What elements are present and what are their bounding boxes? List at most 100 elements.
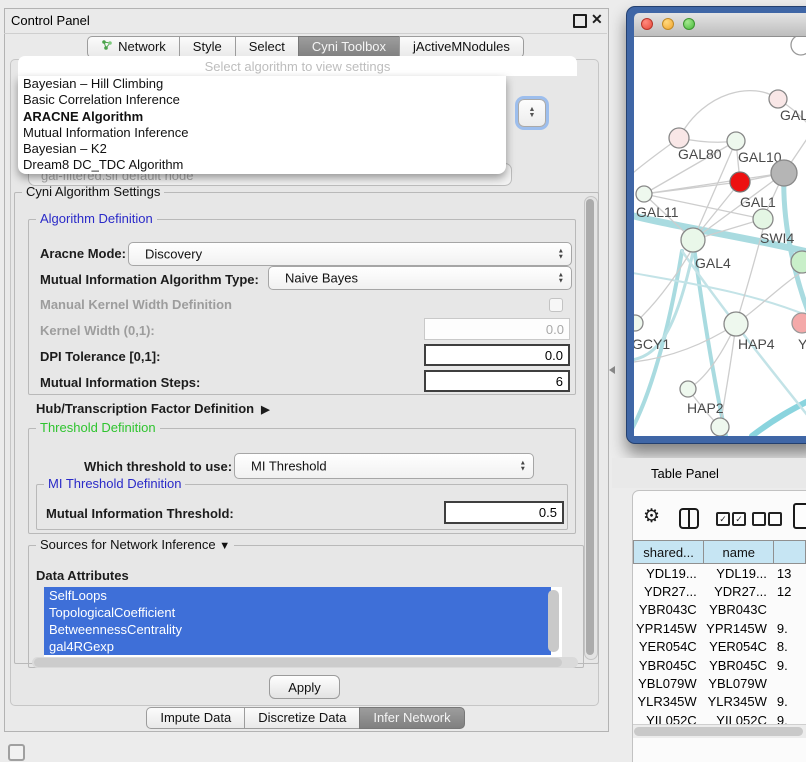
algorithm-option-highlighted[interactable]: ARACNE Algorithm [18, 109, 506, 125]
network-canvas[interactable]: GALGAL80GAL10GAL1GAL11SWI4GAL4GCY1HAP4YH… [634, 37, 806, 436]
tab-infer-network[interactable]: Infer Network [359, 707, 464, 729]
list-horizontal-scrollbar[interactable] [32, 657, 578, 668]
network-edge[interactable] [752, 395, 806, 436]
tab-cyni-toolbox[interactable]: Cyni Toolbox [298, 36, 400, 58]
tab-select[interactable]: Select [235, 36, 299, 58]
table-cell[interactable]: 12 [774, 582, 806, 600]
table-row[interactable]: YER054CYER054C8. [634, 638, 806, 656]
minimize-window-icon[interactable] [662, 18, 674, 30]
float-panel-icon[interactable] [573, 14, 587, 28]
table-cell[interactable]: YBL079W [704, 674, 774, 692]
table-cell[interactable]: YDL19... [634, 564, 704, 583]
table-cell[interactable]: YBR043C [634, 601, 704, 619]
table-row[interactable]: YBL079WYBL079W [634, 674, 806, 692]
list-vertical-scrollbar[interactable] [548, 590, 559, 652]
hub-definition-toggle[interactable]: Hub/Transcription Factor Definition▶ [36, 401, 270, 416]
network-node[interactable] [769, 90, 787, 108]
network-node[interactable] [681, 228, 705, 252]
focused-combo-stepper[interactable]: ▲▼ [518, 99, 546, 127]
table-row[interactable]: YBR045CYBR045C9. [634, 656, 806, 674]
network-node[interactable] [727, 132, 745, 150]
close-panel-icon[interactable]: ✕ [591, 11, 603, 28]
attribute-item[interactable]: SelfLoops [44, 587, 551, 604]
table-cell[interactable] [774, 674, 806, 692]
dpi-tolerance-input[interactable] [424, 344, 570, 366]
table-cell[interactable]: YLR345W [704, 693, 774, 711]
new-table-icon[interactable] [793, 503, 806, 529]
algorithm-option[interactable]: Dream8 DC_TDC Algorithm [18, 157, 506, 173]
table-cell[interactable]: 13 [774, 564, 806, 583]
table-cell[interactable]: 9. [774, 656, 806, 674]
network-edge[interactable] [635, 251, 691, 323]
manual-kernel-width-checkbox[interactable] [549, 298, 563, 312]
network-node[interactable] [669, 128, 689, 148]
table-cell[interactable] [774, 601, 806, 619]
network-node[interactable] [791, 37, 806, 55]
table-cell[interactable]: YLR345W [634, 693, 704, 711]
tab-style[interactable]: Style [179, 36, 236, 58]
table-cell[interactable]: YBR045C [634, 656, 704, 674]
gear-icon[interactable]: ⚙ [643, 505, 660, 528]
table-cell[interactable]: YBL079W [634, 674, 704, 692]
table-row[interactable]: YBR043CYBR043C [634, 601, 806, 619]
algorithm-option[interactable]: Basic Correlation Inference [18, 92, 506, 108]
table-cell[interactable]: YER054C [634, 638, 704, 656]
data-attributes-list[interactable]: SelfLoops TopologicalCoefficient Between… [44, 587, 562, 657]
table-row[interactable]: YDR27...YDR27...12 [634, 582, 806, 600]
algorithm-option[interactable]: Bayesian – K2 [18, 141, 506, 157]
network-node[interactable] [771, 160, 797, 186]
mi-steps-input[interactable] [424, 370, 570, 392]
algorithm-select-combobox[interactable]: Select algorithm to view settings [18, 56, 577, 76]
table-cell[interactable]: YBR045C [704, 656, 774, 674]
apply-button[interactable]: Apply [269, 675, 340, 699]
sources-title-toggle[interactable]: Sources for Network Inference ▼ [36, 538, 234, 553]
table-row[interactable]: YLR345WYLR345W9. [634, 693, 806, 711]
settings-vertical-scrollbar[interactable] [584, 196, 598, 660]
network-node[interactable] [792, 313, 806, 333]
attribute-item[interactable]: TopologicalCoefficient [44, 604, 551, 621]
table-cell[interactable]: YDR27... [634, 582, 704, 600]
columns-icon[interactable] [679, 508, 699, 529]
table-cell[interactable]: 9. [774, 693, 806, 711]
table-horizontal-scrollbar[interactable] [633, 724, 806, 738]
tab-jactivemnodules[interactable]: jActiveMNodules [399, 36, 524, 58]
zoom-window-icon[interactable] [683, 18, 695, 30]
tab-impute-data[interactable]: Impute Data [146, 707, 245, 729]
table-row[interactable]: YDL19...YDL19...13 [634, 564, 806, 583]
checkbox-checked-icon[interactable]: ✓ [732, 512, 746, 526]
network-node[interactable] [730, 172, 750, 192]
mi-algorithm-type-select[interactable]: Naive Bayes ▲▼ [268, 266, 572, 290]
checkbox-checked-icon[interactable]: ✓ [716, 512, 730, 526]
column-header[interactable] [774, 541, 806, 564]
table-cell[interactable]: YER054C [704, 638, 774, 656]
checkbox-unchecked-icon[interactable] [752, 512, 766, 526]
table-cell[interactable]: 9. [774, 619, 806, 637]
table-cell[interactable]: YPR145W [634, 619, 704, 637]
algorithm-option[interactable]: Mutual Information Inference [18, 125, 506, 141]
network-window-titlebar[interactable] [634, 13, 806, 37]
close-window-icon[interactable] [641, 18, 653, 30]
column-header[interactable]: shared... [634, 541, 704, 564]
algorithm-option[interactable]: Bayesian – Hill Climbing [18, 76, 506, 92]
table-cell[interactable]: YBR043C [704, 601, 774, 619]
aracne-mode-select[interactable]: Discovery ▲▼ [128, 242, 572, 266]
panel-splitter-handle[interactable] [609, 366, 615, 374]
network-view-window[interactable]: GALGAL80GAL10GAL1GAL11SWI4GAL4GCY1HAP4YH… [626, 6, 806, 444]
network-node[interactable] [724, 312, 748, 336]
network-node[interactable] [753, 209, 773, 229]
table-cell[interactable]: YDR27... [704, 582, 774, 600]
table-row[interactable]: YPR145WYPR145W9. [634, 619, 806, 637]
checkbox-unchecked-icon[interactable] [768, 512, 782, 526]
tab-discretize-data[interactable]: Discretize Data [244, 707, 360, 729]
restore-panel-icon[interactable] [8, 744, 25, 761]
tab-network[interactable]: Network [87, 36, 180, 58]
network-edge[interactable] [736, 229, 763, 324]
which-threshold-select[interactable]: MI Threshold ▲▼ [234, 453, 534, 479]
table-cell[interactable]: YDL19... [704, 564, 774, 583]
attribute-item[interactable]: gal4RGexp [44, 638, 551, 655]
column-header[interactable]: name [704, 541, 774, 564]
network-node[interactable] [680, 381, 696, 397]
mi-threshold-input[interactable] [444, 501, 564, 524]
table-cell[interactable]: 8. [774, 638, 806, 656]
network-node[interactable] [711, 418, 729, 436]
